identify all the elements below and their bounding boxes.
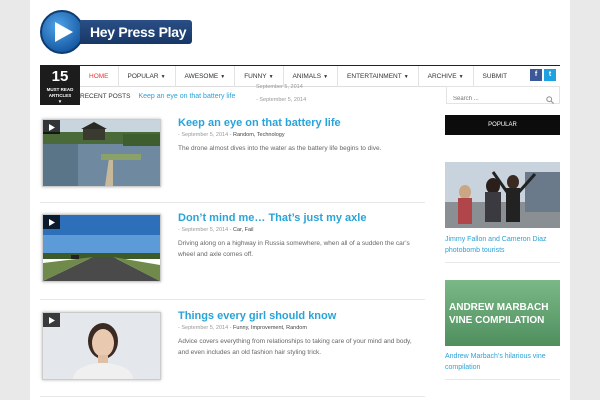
twitter-icon[interactable]: t xyxy=(544,69,556,81)
post-categories[interactable]: Random, Technology xyxy=(233,132,285,138)
post-thumbnail[interactable] xyxy=(43,313,160,379)
caret-down-icon: ▼ xyxy=(268,74,274,80)
recent-posts: RECENT POSTS Keep an eye on that battery… xyxy=(80,88,235,105)
caret-down-icon: ▼ xyxy=(160,74,166,80)
search-input[interactable] xyxy=(447,91,537,107)
post-date: - September 5, 2014 - xyxy=(178,227,234,233)
chevron-down-icon: ▼ xyxy=(57,99,63,104)
post-excerpt: The drone almost dives into the water as… xyxy=(178,145,382,152)
vine-title-line-1: ANDREW MARBACH xyxy=(449,302,548,313)
post-card: Keep an eye on that battery life - Septe… xyxy=(40,117,425,193)
post-excerpt: Advice covers everything from relationsh… xyxy=(178,338,412,356)
vine-compilation-image: ANDREW MARBACH VINE COMPILATION xyxy=(445,280,560,346)
menu-item-submit[interactable]: SUBMIT xyxy=(474,66,517,87)
caret-down-icon: ▼ xyxy=(323,74,329,80)
ticker-date-above: September 5, 2014 xyxy=(256,84,303,90)
divider xyxy=(445,262,560,263)
caret-down-icon: ▼ xyxy=(458,74,464,80)
divider xyxy=(40,299,425,300)
page: Hey Press Play 15 MUST READ ARTICLES ▼ H… xyxy=(30,0,570,400)
post-title[interactable]: Don’t mind me… That’s just my axle xyxy=(178,212,366,224)
highway-image xyxy=(43,215,160,281)
popular-link[interactable]: Andrew Marbach’s hilarious vine compilat… xyxy=(445,351,560,373)
divider xyxy=(40,396,425,397)
search-box xyxy=(446,86,560,107)
post-title[interactable]: Keep an eye on that battery life xyxy=(178,117,341,129)
play-logo-icon xyxy=(40,10,84,54)
menu-item-popular[interactable]: POPULAR ▼ xyxy=(119,66,176,87)
girl-portrait-image xyxy=(43,313,160,379)
post-categories[interactable]: Car, Fail xyxy=(233,227,253,233)
post-card: Don’t mind me… That’s just my axle - Sep… xyxy=(40,212,425,288)
post-categories[interactable]: Funny, Improvement, Random xyxy=(233,325,307,331)
social-links: f t xyxy=(530,69,556,81)
must-read-label: MUST READ ARTICLES xyxy=(46,87,74,98)
site-name: Hey Press Play xyxy=(80,20,193,44)
popular-thumbnail[interactable] xyxy=(445,162,560,228)
facebook-icon[interactable]: f xyxy=(530,69,542,81)
must-read-count: 15 xyxy=(51,68,69,85)
post-thumbnail[interactable] xyxy=(43,215,160,281)
search-icon[interactable] xyxy=(546,91,555,109)
post-date: - September 5, 2014 - xyxy=(178,132,234,138)
photobomb-image xyxy=(445,162,560,228)
menu-item-home[interactable]: HOME xyxy=(80,66,119,87)
play-icon[interactable] xyxy=(43,215,60,229)
menu-item-entertainment[interactable]: ENTERTAINMENT ▼ xyxy=(338,66,419,87)
post-title[interactable]: Things every girl should know xyxy=(178,310,336,322)
must-read-badge[interactable]: 15 MUST READ ARTICLES ▼ xyxy=(40,65,80,105)
recent-posts-label: RECENT POSTS xyxy=(80,93,131,100)
caret-down-icon: ▼ xyxy=(403,74,409,80)
drone-lake-image xyxy=(43,120,160,186)
menu-item-awesome[interactable]: AWESOME ▼ xyxy=(176,66,236,87)
post-card: Things every girl should know - Septembe… xyxy=(40,310,425,386)
popular-thumbnail[interactable]: ANDREW MARBACH VINE COMPILATION xyxy=(445,280,560,346)
caret-down-icon: ▼ xyxy=(220,74,226,80)
post-thumbnail[interactable] xyxy=(43,120,160,186)
post-excerpt: Driving along on a highway in Russia som… xyxy=(178,240,410,258)
post-meta: - September 5, 2014 - Funny, Improvement… xyxy=(178,325,307,331)
site-logo[interactable]: Hey Press Play xyxy=(40,10,193,54)
play-icon[interactable] xyxy=(43,313,60,327)
divider xyxy=(40,202,425,203)
post-meta: - September 5, 2014 - Car, Fail xyxy=(178,227,254,233)
post-date: - September 5, 2014 - xyxy=(178,325,234,331)
recent-post-link[interactable]: Keep an eye on that battery life xyxy=(138,93,235,100)
vine-title-line-2: VINE COMPILATION xyxy=(449,315,544,326)
divider xyxy=(445,379,560,380)
play-icon[interactable] xyxy=(43,120,60,134)
popular-link[interactable]: Jimmy Fallon and Cameron Diaz photobomb … xyxy=(445,234,560,256)
sidebar-heading: POPULAR xyxy=(445,115,560,135)
menu-item-archive[interactable]: ARCHIVE ▼ xyxy=(419,66,474,87)
post-meta: - September 5, 2014 - Random, Technology xyxy=(178,132,285,138)
ticker-date-below: - September 5, 2014 xyxy=(256,97,307,103)
